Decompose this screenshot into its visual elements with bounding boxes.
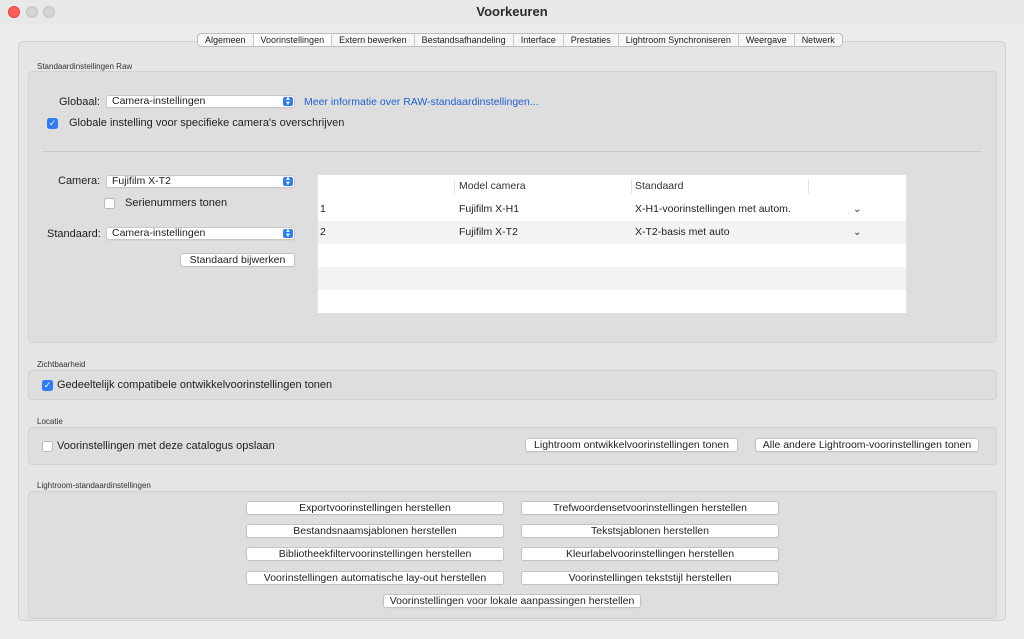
camera-defaults-table: Model camera Standaard 1 Fujifilm X-H1 X… [317, 174, 908, 313]
updown-chevron-icon: ▲ ▼ [283, 228, 293, 239]
reset-library-filter-presets-button[interactable]: Bibliotheekfiltervoorinstellingen herste… [246, 547, 504, 561]
location-section-label: Locatie [37, 417, 63, 426]
row-number: 1 [320, 203, 326, 215]
column-separator [808, 180, 809, 194]
standard-select-value: Camera-instellingen [112, 227, 206, 239]
visibility-section-label: Zichtbaarheid [37, 360, 86, 369]
camera-label: Camera: [58, 175, 101, 187]
camera-select[interactable]: Fujifilm X-T2 ▲ ▼ [106, 175, 295, 188]
tab-extern-bewerken[interactable]: Extern bewerken [332, 34, 415, 46]
window-title: Voorkeuren [476, 4, 548, 19]
raw-info-link[interactable]: Meer informatie over RAW-standaardinstel… [304, 96, 539, 108]
table-header-model[interactable]: Model camera [459, 175, 629, 198]
updown-chevron-icon: ▲ ▼ [283, 96, 293, 107]
serial-label: Serienummers tonen [125, 197, 228, 209]
section-divider [42, 151, 982, 152]
tab-lightroom-synchroniseren[interactable]: Lightroom Synchroniseren [619, 34, 739, 46]
reset-text-style-presets-button[interactable]: Voorinstellingen tekststijl herstellen [521, 571, 779, 585]
reset-export-presets-button[interactable]: Exportvoorinstellingen herstellen [246, 501, 504, 515]
show-other-presets-button[interactable]: Alle andere Lightroom-voorinstellingen t… [755, 438, 979, 452]
defaults-section-label: Lightroom-standaardinstellingen [37, 481, 151, 490]
table-row[interactable]: 2 Fujifilm X-T2 X-T2-basis met auto ⌄ [318, 221, 906, 244]
tab-interface[interactable]: Interface [514, 34, 564, 46]
partial-compatible-checkbox[interactable]: ✓ [42, 380, 53, 391]
updown-chevron-icon: ▲ ▼ [283, 176, 293, 187]
tab-algemeen[interactable]: Algemeen [198, 34, 254, 46]
row-standard: X-T2-basis met auto [635, 226, 730, 238]
table-header-extra [813, 175, 903, 198]
column-separator [454, 180, 455, 194]
override-label: Globale instelling voor specifieke camer… [69, 117, 345, 129]
tab-bar: Algemeen Voorinstellingen Extern bewerke… [197, 33, 843, 47]
global-label: Globaal: [59, 96, 100, 108]
standard-select[interactable]: Camera-instellingen ▲ ▼ [106, 227, 295, 240]
camera-select-value: Fujifilm X-T2 [112, 175, 171, 187]
row-number: 2 [320, 226, 326, 238]
raw-section-label: Standaardinstellingen Raw [37, 62, 133, 71]
table-header-num [321, 175, 451, 198]
tab-voorinstellingen[interactable]: Voorinstellingen [253, 34, 333, 46]
reset-local-adjustment-presets-button[interactable]: Voorinstellingen voor lokale aanpassinge… [383, 594, 641, 608]
row-model: Fujifilm X-T2 [459, 226, 518, 238]
reset-filename-templates-button[interactable]: Bestandsnaamsjablonen herstellen [246, 524, 504, 538]
reset-color-label-presets-button[interactable]: Kleurlabelvoorinstellingen herstellen [521, 547, 779, 561]
global-select-value: Camera-instellingen [112, 95, 206, 107]
table-row-empty [318, 244, 906, 267]
update-standard-button[interactable]: Standaard bijwerken [180, 253, 295, 267]
override-checkbox[interactable]: ✓ [47, 118, 58, 129]
table-row-empty [318, 267, 906, 290]
table-row[interactable]: 1 Fujifilm X-H1 X-H1-voorinstellingen me… [318, 198, 906, 221]
tab-prestaties[interactable]: Prestaties [564, 34, 619, 46]
store-with-catalog-checkbox[interactable] [42, 441, 53, 452]
row-model: Fujifilm X-H1 [459, 203, 520, 215]
chevron-down-icon[interactable]: ⌄ [853, 221, 861, 244]
show-develop-presets-button[interactable]: Lightroom ontwikkelvoorinstellingen tone… [525, 438, 738, 452]
global-select[interactable]: Camera-instellingen ▲ ▼ [106, 95, 295, 108]
reset-text-templates-button[interactable]: Tekstsjablonen herstellen [521, 524, 779, 538]
table-header-standard[interactable]: Standaard [635, 175, 805, 198]
row-standard: X-H1-voorinstellingen met autom. [635, 203, 791, 215]
standard-label: Standaard: [47, 228, 101, 240]
reset-keyword-set-presets-button[interactable]: Trefwoordensetvoorinstellingen herstelle… [521, 501, 779, 515]
table-row-empty [318, 290, 906, 313]
tab-netwerk[interactable]: Netwerk [795, 34, 842, 46]
tab-weergave[interactable]: Weergave [739, 34, 795, 46]
store-with-catalog-label: Voorinstellingen met deze catalogus opsl… [57, 440, 275, 452]
serial-checkbox[interactable] [104, 198, 115, 209]
partial-compatible-label: Gedeeltelijk compatibele ontwikkelvoorin… [57, 379, 333, 391]
reset-auto-layout-presets-button[interactable]: Voorinstellingen automatische lay-out he… [246, 571, 504, 585]
tab-bestandsafhandeling[interactable]: Bestandsafhandeling [415, 34, 514, 46]
column-separator [631, 180, 632, 194]
chevron-down-icon[interactable]: ⌄ [853, 198, 861, 221]
